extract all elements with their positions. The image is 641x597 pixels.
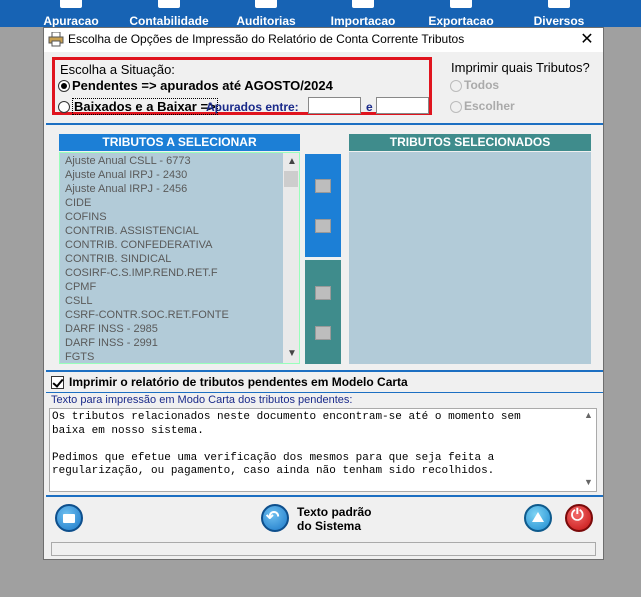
modelo-carta-checkbox[interactable] (51, 376, 64, 389)
toolbar-contabilidade[interactable]: Contabilidade (125, 0, 213, 28)
divider (46, 123, 603, 125)
add-buttons-panel (305, 154, 341, 257)
list-item[interactable]: Ajuste Anual IRPJ - 2456 (65, 183, 187, 195)
radio-pendentes[interactable] (58, 80, 70, 92)
add-all-button[interactable] (315, 219, 331, 233)
list-item[interactable]: CPMF (65, 281, 96, 293)
radio-baixados[interactable] (58, 101, 70, 113)
scroll-up-icon[interactable]: ▲ (287, 156, 297, 167)
toolbar-exportacao[interactable]: Exportacao (424, 0, 498, 28)
scroll-down-icon[interactable]: ▼ (287, 348, 297, 359)
monitor-icon (255, 0, 277, 8)
dialog-title: Escolha de Opções de Impressão do Relató… (68, 32, 465, 46)
scroll-up-icon[interactable]: ▲ (584, 410, 593, 420)
radio-todos-label[interactable]: Todos (464, 78, 499, 92)
toolbar-diversos[interactable]: Diversos (528, 0, 590, 28)
imprimir-title: Imprimir quais Tributos? (451, 60, 590, 75)
divider (46, 370, 603, 372)
main-toolbar: Apuracao Contabilidade Auditorias Import… (0, 0, 641, 28)
printer-icon (63, 514, 75, 523)
date-to-input[interactable] (376, 97, 429, 114)
texto-padrao-button[interactable]: ↶ (261, 504, 289, 532)
apurados-entre-label: Apurados entre: (206, 100, 299, 114)
texto-padrao-line1: Texto padrão (297, 505, 372, 519)
toolbar-importacao[interactable]: Importacao (326, 0, 400, 28)
list-item[interactable]: DARF INSS - 2991 (65, 337, 158, 349)
list-item[interactable]: CONTRIB. CONFEDERATIVA (65, 239, 213, 251)
toolbar-contabilidade-label: Contabilidade (129, 14, 209, 28)
calculator-icon (60, 0, 82, 8)
modelo-carta-label[interactable]: Imprimir o relatório de tributos pendent… (69, 375, 408, 389)
carta-text-label: Texto para impressão em Modo Carta dos t… (51, 394, 353, 406)
list-item[interactable]: Ajuste Anual CSLL - 6773 (65, 155, 191, 167)
list-item[interactable]: Ajuste Anual IRPJ - 2430 (65, 169, 187, 181)
tools-icon (548, 0, 570, 8)
radio-escolher-label[interactable]: Escolher (464, 99, 515, 113)
radio-pendentes-label[interactable]: Pendentes => apurados até AGOSTO/2024 (72, 78, 333, 93)
remove-one-button[interactable] (315, 286, 331, 300)
list-item[interactable]: CIDE (65, 197, 91, 209)
list-item[interactable]: COSIRF-C.S.IMP.REND.RET.F (65, 267, 218, 279)
date-from-input[interactable] (308, 97, 361, 114)
move-up-button[interactable] (524, 504, 552, 532)
print-options-dialog: Escolha de Opções de Impressão do Relató… (43, 27, 604, 560)
export-icon (450, 0, 472, 8)
undo-icon: ↶ (266, 509, 280, 526)
texto-padrao-line2: do Sistema (297, 519, 362, 533)
toolbar-auditorias-label: Auditorias (236, 14, 296, 28)
status-bar (51, 542, 596, 556)
situacao-title: Escolha a Situação: (60, 62, 175, 77)
remove-all-button[interactable] (315, 326, 331, 340)
toolbar-apuracao-label: Apuracao (43, 14, 99, 28)
list-item[interactable]: DARF INSS - 2985 (65, 323, 158, 335)
list-item[interactable]: CONTRIB. ASSISTENCIAL (65, 225, 199, 237)
power-icon: ⏻ (571, 507, 584, 524)
list-item[interactable]: CSRF-CONTR.SOC.RET.FONTE (65, 309, 229, 321)
remove-buttons-panel (305, 260, 341, 364)
list-item[interactable]: COFINS (65, 211, 107, 223)
right-list-header: TRIBUTOS SELECIONADOS (349, 134, 591, 151)
arrow-up-icon (532, 512, 544, 522)
close-button[interactable]: ✕ (577, 30, 597, 50)
divider (46, 392, 603, 393)
carta-scrollbar[interactable]: ▲ ▼ (581, 409, 596, 491)
list-item[interactable]: FGTS (65, 351, 94, 363)
radio-escolher[interactable] (450, 101, 462, 113)
tributos-a-selecionar-list[interactable]: Ajuste Anual CSLL - 6773 Ajuste Anual IR… (59, 152, 300, 364)
toolbar-apuracao[interactable]: Apuracao (38, 0, 104, 28)
list-item[interactable]: CSLL (65, 295, 93, 307)
printer-icon (48, 32, 64, 47)
scroll-thumb[interactable] (284, 171, 298, 187)
tributos-selecionados-list[interactable] (349, 152, 591, 364)
situacao-group: Escolha a Situação: Pendentes => apurado… (52, 57, 432, 115)
ledger-icon (158, 0, 180, 8)
scroll-down-icon[interactable]: ▼ (584, 477, 593, 487)
exit-button[interactable]: ⏻ (565, 504, 593, 532)
imprimir-group: Imprimir quais Tributos? Todos Escolher (443, 57, 593, 115)
radio-todos[interactable] (450, 80, 462, 92)
toolbar-diversos-label: Diversos (533, 14, 585, 28)
radio-baixados-label[interactable]: Baixados e a Baixar => (72, 98, 218, 115)
list-scrollbar[interactable]: ▲ ▼ (283, 153, 299, 363)
import-icon (352, 0, 374, 8)
dialog-body: Escolha a Situação: Pendentes => apurado… (44, 52, 603, 559)
print-button[interactable] (55, 504, 83, 532)
toolbar-exportacao-label: Exportacao (428, 14, 494, 28)
divider (46, 495, 603, 497)
toolbar-auditorias[interactable]: Auditorias (230, 0, 302, 28)
e-label: e (366, 100, 373, 114)
add-one-button[interactable] (315, 179, 331, 193)
texto-padrao-label[interactable]: Texto padrão do Sistema (297, 505, 371, 533)
dialog-titlebar: Escolha de Opções de Impressão do Relató… (44, 28, 603, 52)
left-list-header: TRIBUTOS A SELECIONAR (59, 134, 300, 151)
carta-textarea[interactable]: Os tributos relacionados neste documento… (49, 408, 597, 492)
list-item[interactable]: CONTRIB. SINDICAL (65, 253, 171, 265)
toolbar-importacao-label: Importacao (330, 14, 396, 28)
